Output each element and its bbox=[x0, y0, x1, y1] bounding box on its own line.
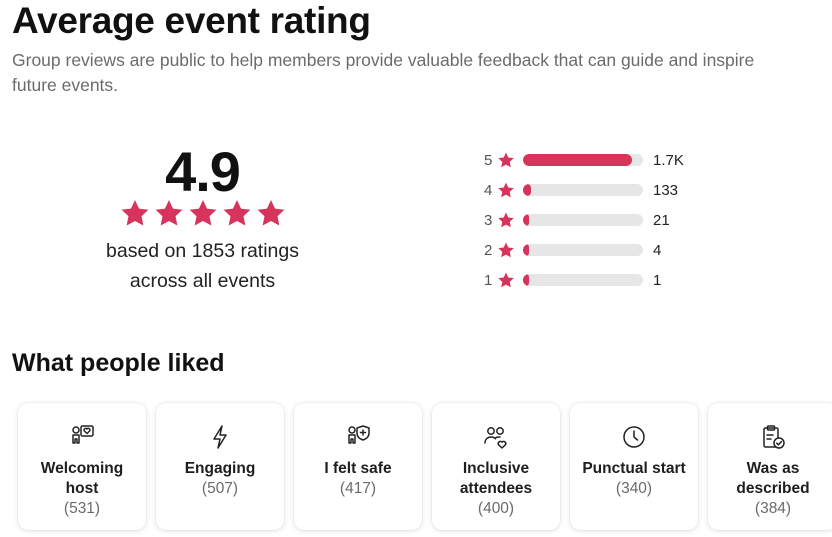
star-icon bbox=[121, 199, 148, 226]
rating-row-stars: 1 bbox=[484, 271, 493, 289]
person-shield-icon bbox=[348, 425, 370, 444]
liked-card-label: Was as described bbox=[736, 460, 810, 497]
rating-row-stars: 5 bbox=[484, 151, 493, 169]
star-icon bbox=[223, 199, 250, 226]
ratings-count-line2: across all events bbox=[129, 270, 276, 292]
page-title: Average event rating bbox=[12, 0, 371, 41]
rating-breakdown: 5 1.7K 4 133 3 21 2 4 1 1 bbox=[484, 145, 744, 295]
rating-bar-fill bbox=[523, 244, 529, 256]
star-icon bbox=[498, 182, 514, 198]
rating-row-count: 1 bbox=[653, 271, 662, 289]
liked-card-label: I felt safe bbox=[324, 460, 392, 477]
rating-row-count: 21 bbox=[653, 211, 670, 229]
liked-card-label: Welcoming host bbox=[40, 460, 124, 497]
ratings-count-text: based on 1853 ratings across all events bbox=[80, 236, 325, 296]
liked-card: Inclusive attendees (400) bbox=[432, 403, 560, 530]
rating-row-stars: 3 bbox=[484, 211, 493, 229]
clock-icon bbox=[623, 426, 645, 448]
liked-card-count: (507) bbox=[201, 480, 239, 497]
welcoming-host-icon bbox=[72, 425, 94, 444]
liked-card: I felt safe (417) bbox=[294, 403, 422, 530]
rating-row-3: 3 21 bbox=[484, 205, 744, 235]
rating-row-1: 11 bbox=[484, 265, 744, 295]
star-icon bbox=[189, 199, 216, 226]
liked-card-count: (531) bbox=[63, 500, 101, 517]
rating-row-count: 1.7K bbox=[653, 151, 684, 169]
star-icon bbox=[155, 199, 182, 226]
star-icon bbox=[498, 242, 514, 258]
average-rating-value: 4.9 bbox=[165, 140, 241, 203]
liked-card-count: (400) bbox=[477, 500, 515, 517]
rating-row-stars: 4 bbox=[484, 181, 493, 199]
rating-row-count: 133 bbox=[653, 181, 679, 199]
star-icon bbox=[257, 199, 284, 226]
rating-bar bbox=[523, 274, 643, 286]
ratings-count-line1: based on 1853 ratings bbox=[106, 240, 299, 262]
liked-card-count: (417) bbox=[339, 480, 377, 497]
star-icon bbox=[498, 272, 514, 288]
rating-bar-fill bbox=[523, 154, 633, 166]
liked-card: Welcoming host (531) bbox=[18, 403, 146, 530]
rating-stars bbox=[80, 198, 325, 228]
rating-bar-fill bbox=[523, 214, 529, 226]
star-icon bbox=[498, 152, 514, 168]
rating-bar-fill bbox=[523, 184, 532, 196]
rating-row-4: 4 133 bbox=[484, 175, 744, 205]
rating-bar bbox=[523, 184, 643, 196]
liked-section-title: What people liked bbox=[12, 349, 225, 377]
lightning-icon bbox=[213, 425, 227, 449]
page-subtitle: Group reviews are public to help members… bbox=[12, 50, 755, 95]
rating-row-5: 5 1.7K bbox=[484, 145, 744, 175]
rating-row-stars: 2 bbox=[484, 241, 493, 259]
rating-row-count: 4 bbox=[653, 241, 662, 259]
liked-card-label: Punctual start bbox=[582, 460, 686, 477]
rating-summary: 4.9 based on 1853 ratings across all eve… bbox=[80, 140, 325, 296]
rating-bar bbox=[523, 154, 643, 166]
rating-bar-fill bbox=[523, 274, 529, 286]
liked-cards: Welcoming host (531) Engaging (507) I felt s… bbox=[18, 403, 832, 530]
rating-row-2: 24 bbox=[484, 235, 744, 265]
people-heart-icon bbox=[484, 427, 507, 449]
liked-card-label: Inclusive attendees bbox=[459, 460, 533, 497]
clipboard-check-icon bbox=[763, 425, 785, 449]
rating-bar bbox=[523, 244, 643, 256]
star-icon bbox=[498, 212, 514, 228]
liked-card-count: (340) bbox=[615, 480, 653, 497]
liked-card: Engaging (507) bbox=[156, 403, 284, 530]
rating-bar bbox=[523, 214, 643, 226]
liked-card: Punctual start (340) bbox=[570, 403, 698, 530]
liked-card-count: (384) bbox=[754, 500, 792, 517]
liked-card-label: Engaging bbox=[184, 460, 256, 477]
liked-card: Was as described (384) bbox=[708, 403, 832, 530]
